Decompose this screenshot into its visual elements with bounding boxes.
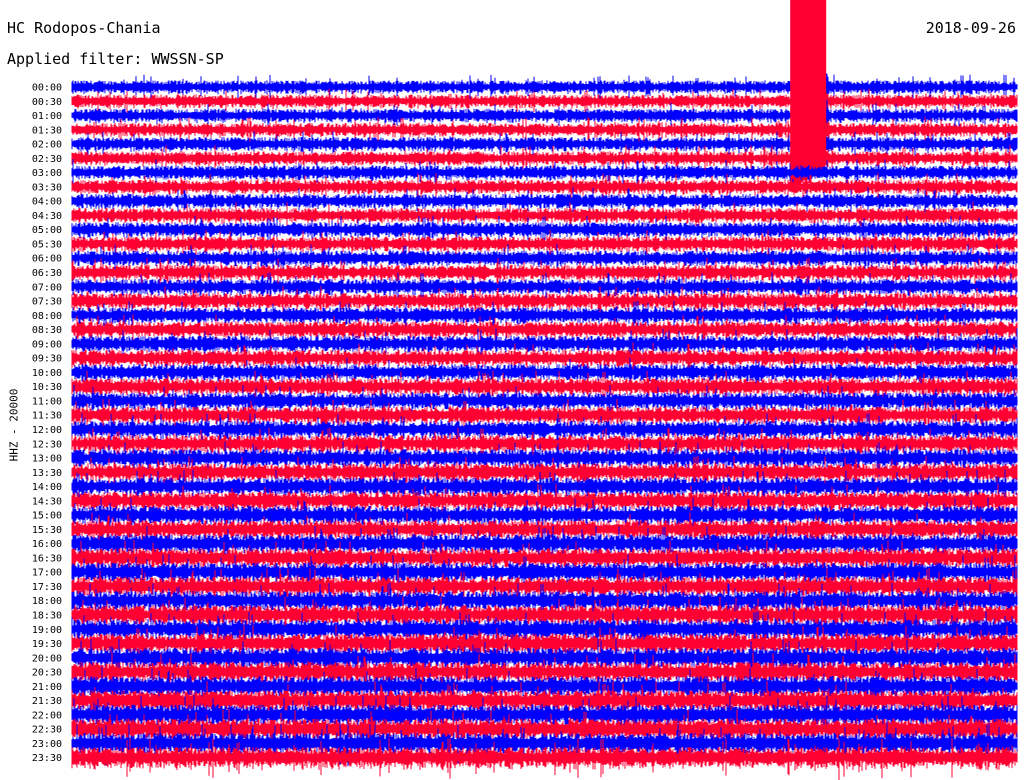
time-tick-label: 01:00	[32, 111, 62, 122]
time-tick-label: 18:30	[32, 610, 62, 621]
time-tick-label: 08:30	[32, 325, 62, 336]
time-tick-label: 21:00	[32, 682, 62, 693]
time-tick-label: 16:00	[32, 539, 62, 550]
seismogram-plot: 00:00 00:30 01:00 01:30 02:00 02:30 03:00 03:30…	[32, 0, 1018, 780]
time-tick-label: 12:00	[32, 425, 62, 436]
time-tick-label: 10:00	[32, 368, 62, 379]
time-tick-label: 21:30	[32, 696, 62, 707]
time-tick-label: 17:30	[32, 582, 62, 593]
time-tick-label: 00:00	[32, 83, 62, 94]
time-tick-label: 19:30	[32, 639, 62, 650]
time-tick-label: 20:30	[32, 668, 62, 679]
time-tick-label: 02:00	[32, 140, 62, 151]
time-tick-label: 11:30	[32, 411, 62, 422]
time-tick-label: 06:00	[32, 254, 62, 265]
time-tick-label: 09:00	[32, 339, 62, 350]
time-tick-label: 14:00	[32, 482, 62, 493]
time-tick-label: 03:30	[32, 182, 62, 193]
time-tick-label: 23:00	[32, 739, 62, 750]
time-tick-label: 14:30	[32, 496, 62, 507]
time-tick-label: 04:00	[32, 197, 62, 208]
time-tick-label: 05:30	[32, 239, 62, 250]
time-tick-label: 22:30	[32, 725, 62, 736]
time-tick-label: 09:30	[32, 354, 62, 365]
time-tick-label: 06:30	[32, 268, 62, 279]
time-tick-label: 15:00	[32, 511, 62, 522]
time-tick-label: 17:00	[32, 568, 62, 579]
time-tick-label: 10:30	[32, 382, 62, 393]
time-tick-label: 12:30	[32, 439, 62, 450]
time-tick-label: 20:00	[32, 653, 62, 664]
time-tick-label: 05:00	[32, 225, 62, 236]
time-tick-label: 15:30	[32, 525, 62, 536]
time-tick-label: 07:30	[32, 297, 62, 308]
time-tick-label: 03:00	[32, 168, 62, 179]
time-tick-label: 18:00	[32, 596, 62, 607]
time-tick-label: 02:30	[32, 154, 62, 165]
time-tick-label: 04:30	[32, 211, 62, 222]
time-tick-label: 07:00	[32, 282, 62, 293]
time-tick-label: 22:00	[32, 710, 62, 721]
time-tick-label: 01:30	[32, 125, 62, 136]
time-tick-label: 19:00	[32, 625, 62, 636]
earthquake-event-burst	[790, 0, 827, 165]
time-tick-label: 13:00	[32, 454, 62, 465]
time-tick-label: 08:00	[32, 311, 62, 322]
time-tick-label: 16:30	[32, 553, 62, 564]
time-tick-label: 00:30	[32, 97, 62, 108]
time-tick-label: 11:00	[32, 396, 62, 407]
time-tick-label: 23:30	[32, 753, 62, 764]
time-tick-label: 13:30	[32, 468, 62, 479]
